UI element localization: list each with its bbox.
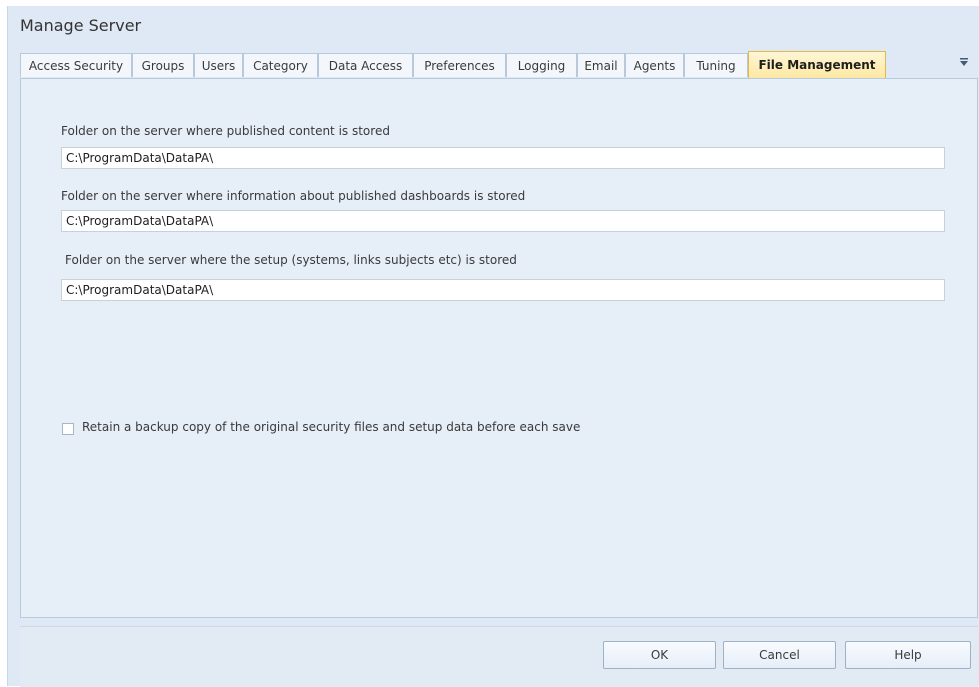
help-button[interactable]: Help [845, 641, 971, 669]
window-title: Manage Server [20, 16, 142, 35]
cancel-button[interactable]: Cancel [723, 641, 836, 669]
setup-folder-input[interactable]: C:\ProgramData\DataPA\ [61, 279, 945, 301]
tab-users[interactable]: Users [194, 53, 243, 77]
published-content-folder-input[interactable]: C:\ProgramData\DataPA\ [61, 147, 945, 169]
tab-tuning[interactable]: Tuning [684, 53, 748, 77]
file-management-panel: Folder on the server where published con… [20, 78, 978, 618]
tab-email[interactable]: Email [577, 53, 625, 77]
tab-data-access[interactable]: Data Access [318, 53, 413, 77]
tab-strip: Access Security Groups Users Category Da… [20, 51, 978, 79]
tab-logging[interactable]: Logging [506, 53, 577, 77]
setup-folder-label: Folder on the server where the setup (sy… [65, 253, 517, 267]
tab-file-management[interactable]: File Management [748, 51, 886, 79]
manage-server-window: Manage Server Access Security Groups Use… [7, 6, 979, 687]
dashboard-info-folder-input[interactable]: C:\ProgramData\DataPA\ [61, 210, 945, 232]
tab-preferences[interactable]: Preferences [413, 53, 506, 77]
tab-access-security[interactable]: Access Security [20, 53, 132, 77]
dashboard-info-folder-label: Folder on the server where information a… [61, 189, 526, 203]
tab-agents[interactable]: Agents [625, 53, 684, 77]
ok-button[interactable]: OK [603, 641, 716, 669]
backup-copy-label: Retain a backup copy of the original sec… [82, 420, 581, 434]
tab-category[interactable]: Category [243, 53, 318, 77]
tab-groups[interactable]: Groups [132, 53, 194, 77]
chevron-down-icon[interactable] [956, 56, 972, 72]
dialog-footer: OK Cancel Help [20, 626, 978, 687]
backup-copy-checkbox[interactable] [62, 423, 74, 435]
published-content-folder-label: Folder on the server where published con… [61, 124, 390, 138]
